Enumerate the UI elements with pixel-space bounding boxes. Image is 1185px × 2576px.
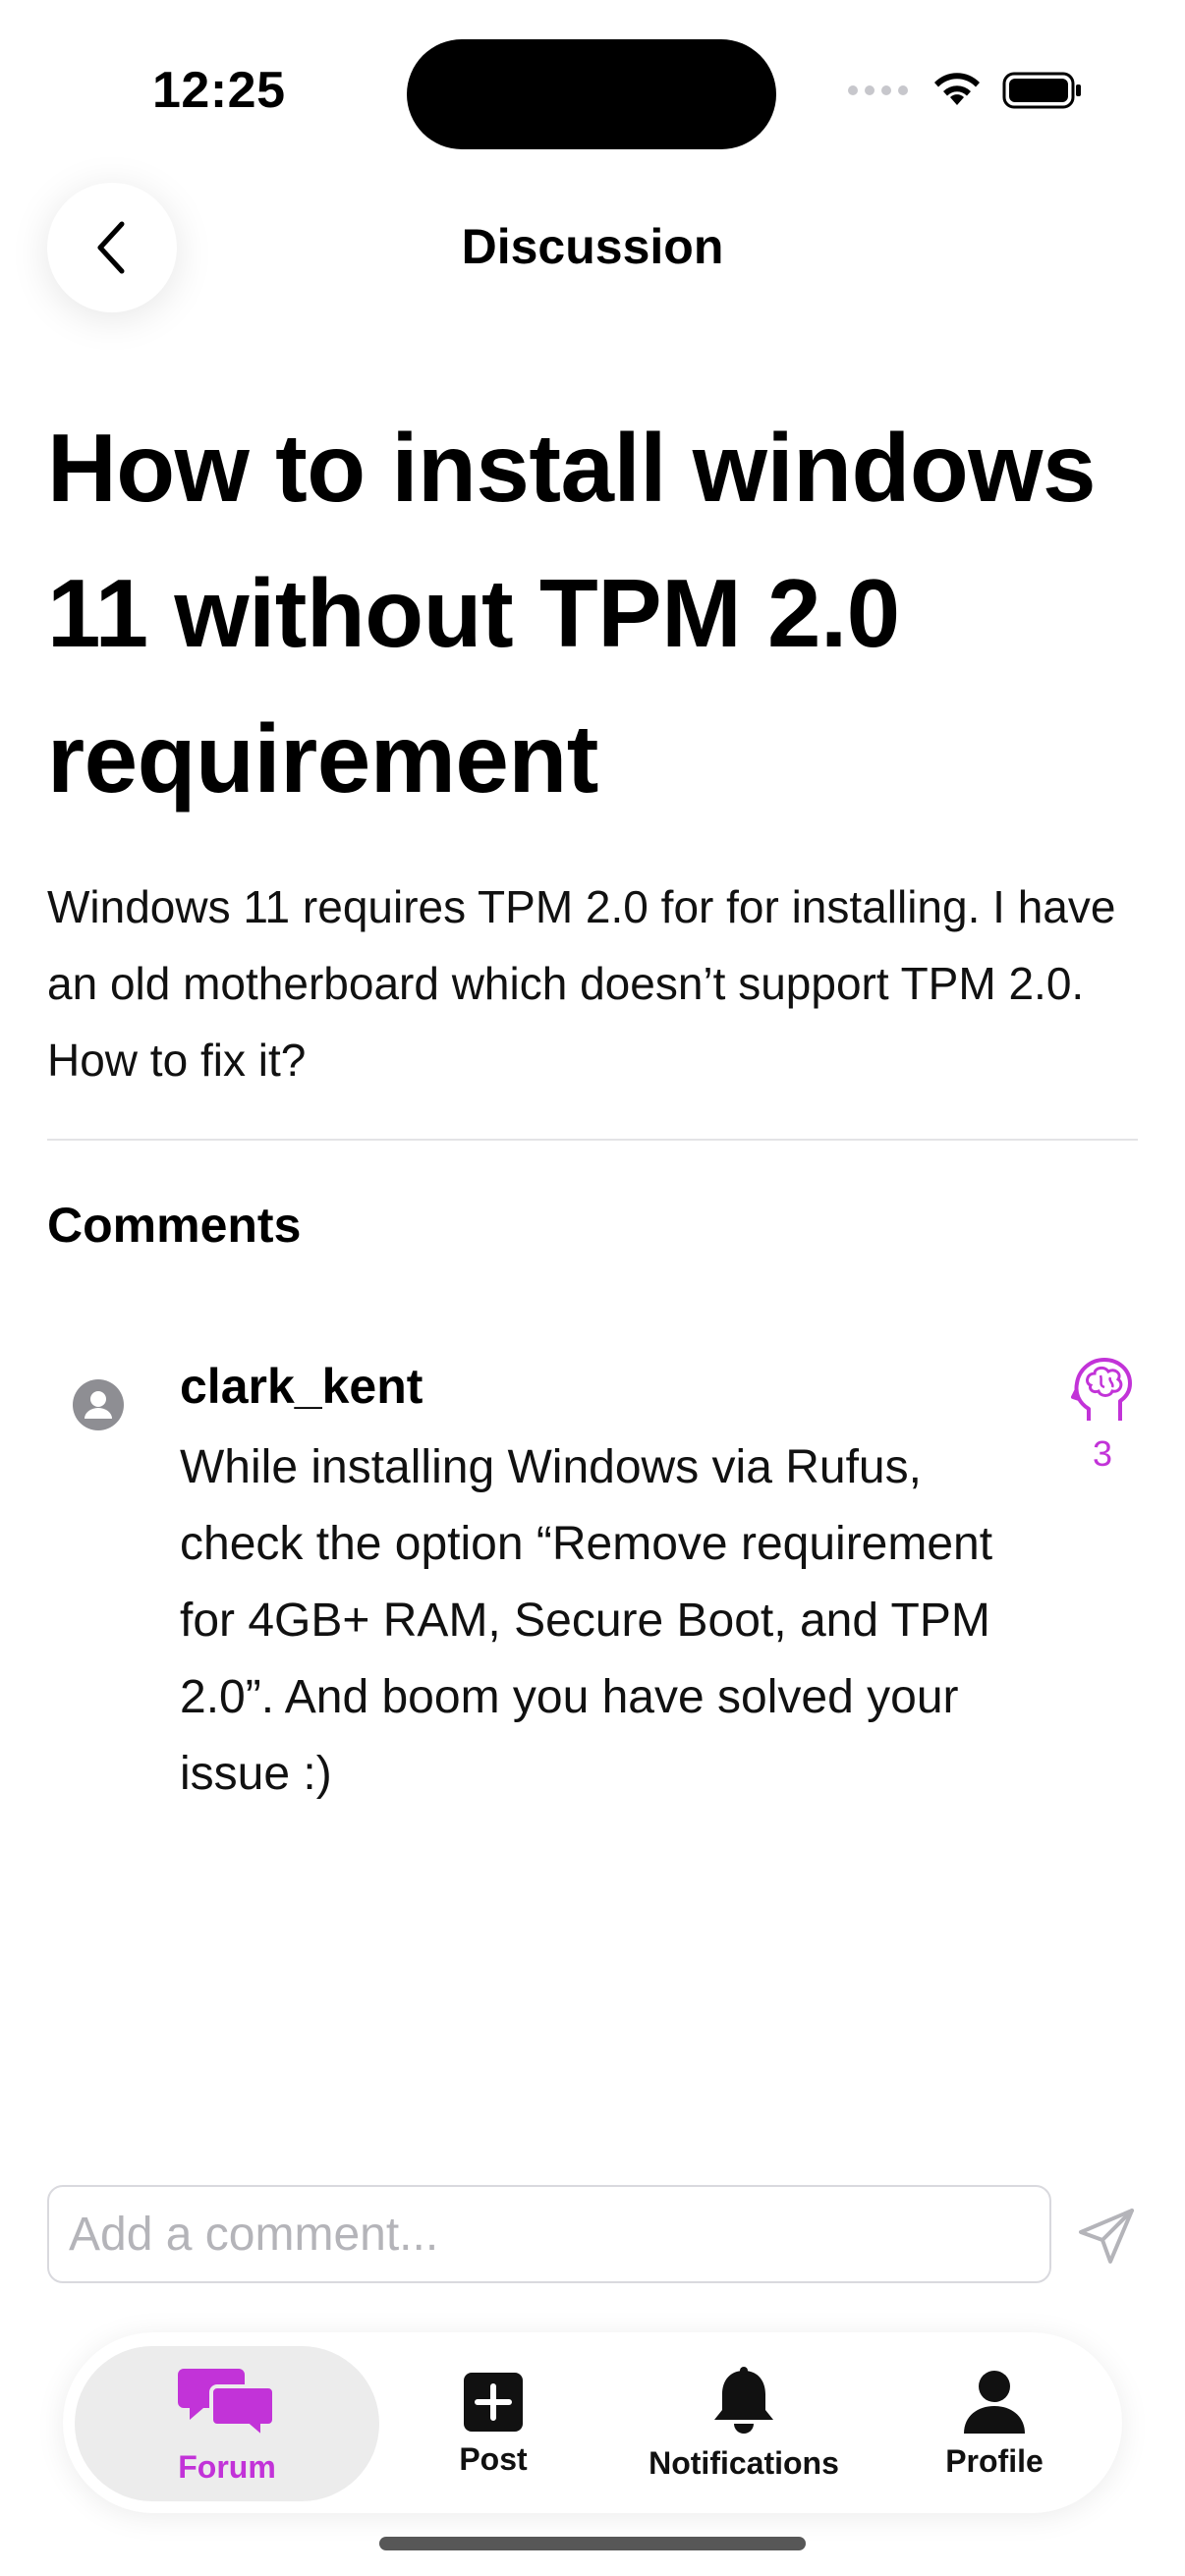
tab-forum[interactable]: Forum — [75, 2346, 379, 2501]
cellular-signal-icon — [848, 85, 908, 95]
chat-bubbles-icon — [178, 2368, 276, 2441]
post-title: How to install windows 11 without TPM 2.… — [47, 414, 1097, 812]
wifi-icon — [934, 73, 980, 105]
tab-profile[interactable]: Profile — [876, 2346, 1112, 2501]
tab-profile-label: Profile — [945, 2442, 1044, 2479]
home-indicator[interactable] — [379, 2537, 806, 2550]
tab-notifications-label: Notifications — [649, 2444, 839, 2481]
brain-head-icon — [1071, 1358, 1132, 1421]
comments-heading: Comments — [47, 1198, 302, 1253]
comment-input[interactable] — [47, 2185, 1051, 2283]
discussion-screen: 12:25 Discussion How to install windows … — [0, 0, 1185, 2576]
dynamic-island — [407, 39, 776, 149]
tab-forum-label: Forum — [178, 2448, 276, 2485]
status-icons — [848, 71, 1083, 110]
brain-vote-button[interactable]: 3 — [1071, 1356, 1134, 1475]
plus-square-icon — [464, 2372, 523, 2432]
comment-text: While installing Windows via Rufus, chec… — [180, 1441, 993, 1800]
tab-post[interactable]: Post — [375, 2346, 611, 2501]
tab-notifications[interactable]: Notifications — [611, 2346, 876, 2501]
send-icon[interactable] — [1075, 2205, 1138, 2268]
bell-icon — [714, 2366, 773, 2434]
tab-bar: Forum Post Notifications Profile — [63, 2332, 1122, 2513]
battery-icon — [1002, 72, 1081, 109]
status-time: 12:25 — [152, 62, 286, 119]
page-title: Discussion — [461, 219, 724, 274]
divider — [47, 1139, 1138, 1141]
brain-count: 3 — [1092, 1433, 1113, 1474]
avatar-icon — [73, 1379, 124, 1430]
comment-author[interactable]: clark_kent — [180, 1358, 423, 1415]
person-icon — [964, 2370, 1025, 2434]
post-body: Windows 11 requires TPM 2.0 for for inst… — [47, 881, 1116, 1086]
tab-post-label: Post — [459, 2440, 528, 2477]
